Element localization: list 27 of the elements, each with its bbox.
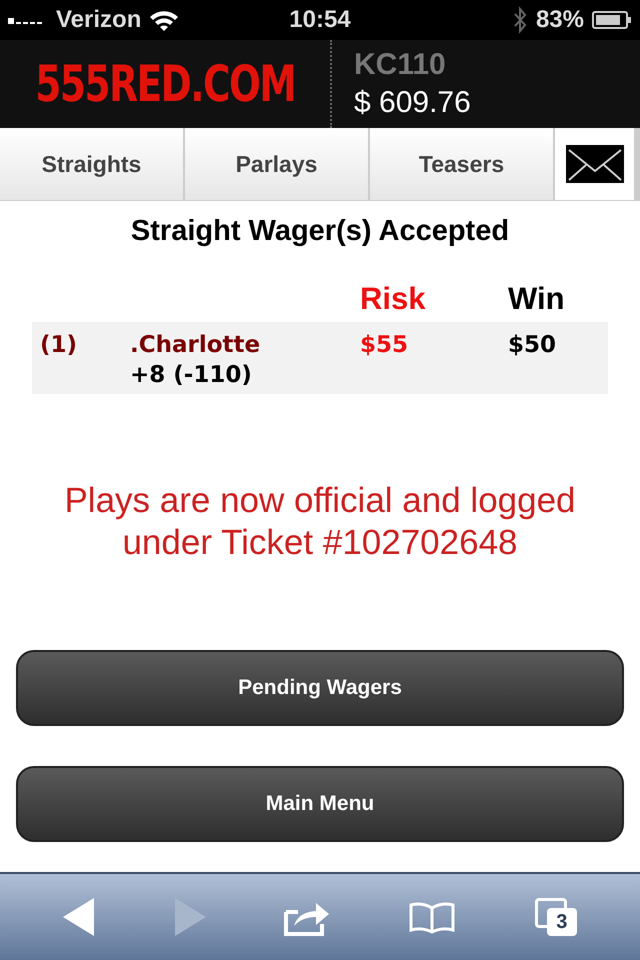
account-balance: $ 609.76: [354, 86, 471, 120]
risk-amount: $55: [360, 332, 410, 360]
nav-tab[interactable]: Parlays: [185, 128, 370, 200]
bookmarks-icon[interactable]: [408, 900, 456, 934]
win-amount: $50: [508, 332, 558, 360]
wager-number: (1): [39, 332, 78, 360]
back-icon[interactable]: [63, 898, 96, 936]
battery-percent: 83%: [536, 6, 584, 34]
action-button[interactable]: Main Menu: [16, 766, 624, 842]
carrier-name: Verizon: [56, 6, 142, 34]
forward-icon[interactable]: [174, 898, 206, 936]
wifi-icon: [149, 9, 180, 31]
nav-tab[interactable]: Straights: [0, 128, 185, 200]
column-header: Win: [508, 281, 566, 317]
battery-icon: [592, 10, 632, 30]
page-title: Straight Wager(s) Accepted: [130, 215, 510, 248]
wager-line: +8 (-110): [130, 362, 253, 388]
logo: 555RED.COM: [35, 55, 295, 113]
clock-time: 10:54: [289, 6, 351, 34]
team-name: .Charlotte: [130, 332, 262, 358]
column-header: Risk: [360, 281, 426, 317]
account-id: KC110: [354, 48, 447, 82]
bluetooth-icon: [512, 6, 528, 34]
confirmation-message: Plays are now official and logged under Ticket #102702648: [63, 480, 577, 564]
action-button[interactable]: Pending Wagers: [16, 650, 624, 726]
nav-tab[interactable]: Teasers: [370, 128, 555, 200]
mail-icon[interactable]: [566, 145, 624, 183]
